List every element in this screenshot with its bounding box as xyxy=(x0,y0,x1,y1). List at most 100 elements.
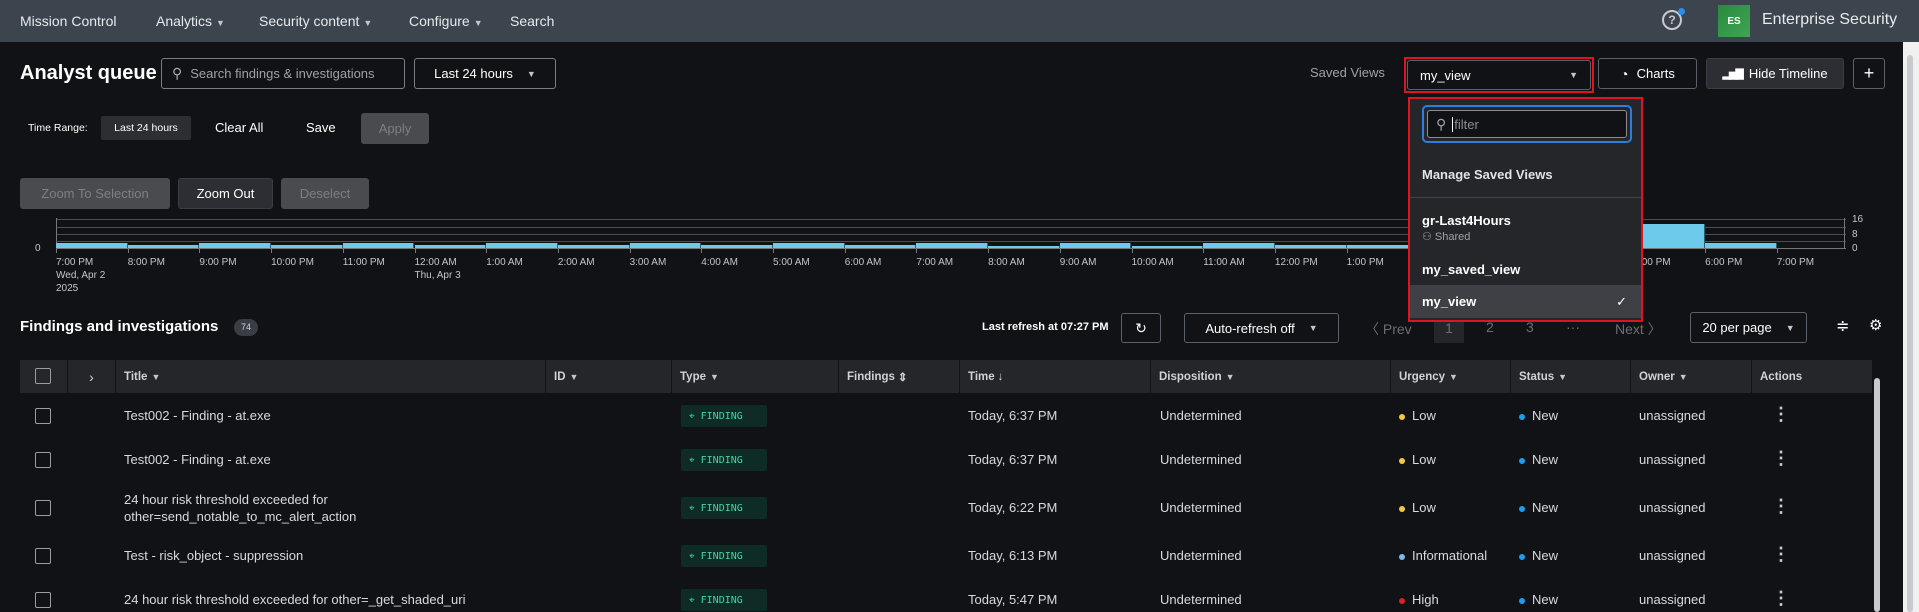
urgency-label: Low xyxy=(1412,408,1436,423)
row-title[interactable]: 24 hour risk threshold exceeded for other… xyxy=(124,491,356,525)
row-checkbox[interactable] xyxy=(35,592,51,608)
row-urgency: Low xyxy=(1399,500,1436,515)
date-label: Thu, Apr 3 xyxy=(414,270,461,281)
timeline-bar[interactable] xyxy=(1131,246,1204,248)
row-checkbox[interactable] xyxy=(35,500,51,516)
x-tick-text: 6:00 AM xyxy=(844,257,882,268)
timeline-bar[interactable] xyxy=(1059,242,1132,248)
timeline-bar[interactable] xyxy=(701,244,773,248)
x-tick-label: 12:00 PM xyxy=(1275,256,1318,269)
timeline-bar[interactable] xyxy=(557,244,630,248)
sort-desc-icon: ↓ xyxy=(997,370,1004,383)
col-urgency-label: Urgency xyxy=(1399,370,1446,383)
timeline-bar[interactable] xyxy=(1203,242,1275,248)
per-page-select[interactable]: 20 per page ▼ xyxy=(1690,312,1807,343)
saved-view-item[interactable]: gr-Last4Hours ⚇ Shared xyxy=(1422,213,1511,243)
x-tick-mark xyxy=(844,248,846,253)
filter-input-focus-ring: ⚲ filter xyxy=(1422,105,1632,143)
timeline-bar[interactable] xyxy=(271,244,343,248)
caret-down-icon: ▼ xyxy=(1308,323,1318,333)
row-density-icon[interactable]: ≑ xyxy=(1836,316,1849,336)
caret-down-icon: ▼ xyxy=(151,371,161,382)
row-checkbox[interactable] xyxy=(35,452,51,468)
x-tick-label: 5:00 AM xyxy=(773,256,810,269)
more-actions-icon[interactable]: ⋮ xyxy=(1772,448,1790,469)
timeline-bar[interactable] xyxy=(414,244,487,248)
crosshair-icon: ⌖ xyxy=(689,550,695,562)
timeline-bar[interactable] xyxy=(988,246,1060,248)
crosshair-icon: ⌖ xyxy=(689,594,695,606)
x-tick-label: 11:00 AM xyxy=(1203,256,1245,269)
col-disposition[interactable]: Disposition ▼ xyxy=(1151,360,1391,393)
col-title[interactable]: Title ▼ xyxy=(116,360,546,393)
x-tick-text: 10:00 AM xyxy=(1131,257,1174,268)
more-actions-icon[interactable]: ⋮ xyxy=(1772,404,1790,425)
row-status: New xyxy=(1519,500,1558,515)
chevron-right-icon: 〉 xyxy=(1643,321,1662,337)
timeline-bar[interactable] xyxy=(629,242,702,248)
gear-icon[interactable]: ⚙ xyxy=(1869,316,1882,334)
row-urgency: High xyxy=(1399,592,1439,607)
timeline-bar[interactable] xyxy=(127,244,200,248)
next-page-button[interactable]: Next 〉 xyxy=(1615,319,1662,339)
timeline-bar[interactable] xyxy=(1633,223,1706,248)
x-tick-mark xyxy=(127,248,129,253)
saved-view-name: gr-Last4Hours xyxy=(1422,213,1511,228)
timeline-bar[interactable] xyxy=(844,244,917,248)
x-tick-mark xyxy=(1346,248,1348,253)
timeline-bar[interactable] xyxy=(199,242,272,248)
urgency-label: Informational xyxy=(1412,548,1488,563)
timeline-bar[interactable] xyxy=(916,242,989,248)
col-type[interactable]: Type ▼ xyxy=(672,360,839,393)
auto-refresh-select[interactable]: Auto-refresh off ▼ xyxy=(1184,313,1339,343)
timeline-bar[interactable] xyxy=(1705,242,1777,248)
caret-down-icon: ▼ xyxy=(1678,371,1688,382)
x-tick-label: 8:00 PM xyxy=(128,256,165,269)
timeline-bar[interactable] xyxy=(773,242,845,248)
col-time[interactable]: Time ↓ xyxy=(960,360,1151,393)
row-checkbox[interactable] xyxy=(35,408,51,424)
x-tick-mark xyxy=(773,248,774,253)
x-tick-mark xyxy=(486,248,488,253)
col-urgency[interactable]: Urgency ▼ xyxy=(1391,360,1511,393)
row-title[interactable]: Test002 - Finding - at.exe xyxy=(124,452,271,467)
x-tick-label: 8:00 AM xyxy=(988,256,1025,269)
type-label: FINDING xyxy=(700,550,743,562)
row-title[interactable]: 24 hour risk threshold exceeded for othe… xyxy=(124,592,465,607)
manage-saved-views[interactable]: Manage Saved Views xyxy=(1422,167,1553,182)
col-id[interactable]: ID ▼ xyxy=(546,360,672,393)
prev-page-button[interactable]: 〈 Prev xyxy=(1365,319,1412,339)
table-scrollbar[interactable] xyxy=(1874,378,1880,612)
select-all-checkbox[interactable] xyxy=(35,368,51,384)
saved-view-item-selected[interactable]: my_view ✓ xyxy=(1410,285,1641,318)
x-tick-label: 12:00 AM Thu, Apr 3 xyxy=(415,256,461,282)
row-checkbox[interactable] xyxy=(35,548,51,564)
col-findings-label: Findings xyxy=(847,370,895,383)
filter-input[interactable]: ⚲ filter xyxy=(1427,110,1627,138)
row-disposition: Undetermined xyxy=(1160,408,1242,423)
col-status[interactable]: Status ▼ xyxy=(1511,360,1631,393)
timeline-bar[interactable] xyxy=(486,242,558,248)
timeline-bar[interactable] xyxy=(342,242,415,248)
col-findings[interactable]: Findings ⇕ xyxy=(839,360,960,393)
x-tick-label: 7:00 PM Wed, Apr 2 2025 xyxy=(56,256,105,295)
more-actions-icon[interactable]: ⋮ xyxy=(1772,544,1790,565)
timeline-bar[interactable] xyxy=(1274,244,1347,248)
row-title[interactable]: Test002 - Finding - at.exe xyxy=(124,408,271,423)
urgency-label: High xyxy=(1412,592,1439,607)
row-status: New xyxy=(1519,408,1558,423)
type-badge: ⌖ FINDING xyxy=(681,405,767,427)
col-owner[interactable]: Owner ▼ xyxy=(1631,360,1752,393)
next-label: Next xyxy=(1615,321,1644,337)
page-scrollbar[interactable] xyxy=(1907,55,1913,612)
findings-title: Findings and investigations xyxy=(20,318,219,335)
more-actions-icon[interactable]: ⋮ xyxy=(1772,588,1790,609)
saved-view-item[interactable]: my_saved_view xyxy=(1422,262,1520,277)
expand-all-icon[interactable]: › xyxy=(68,360,116,393)
refresh-button[interactable]: ↻ xyxy=(1121,313,1161,343)
row-title[interactable]: Test - risk_object - suppression xyxy=(124,548,303,563)
more-actions-icon[interactable]: ⋮ xyxy=(1772,496,1790,517)
x-tick-text: 1:00 PM xyxy=(1346,257,1384,268)
timeline-bar[interactable] xyxy=(56,242,128,248)
x-tick-label: 10:00 AM xyxy=(1132,256,1174,269)
